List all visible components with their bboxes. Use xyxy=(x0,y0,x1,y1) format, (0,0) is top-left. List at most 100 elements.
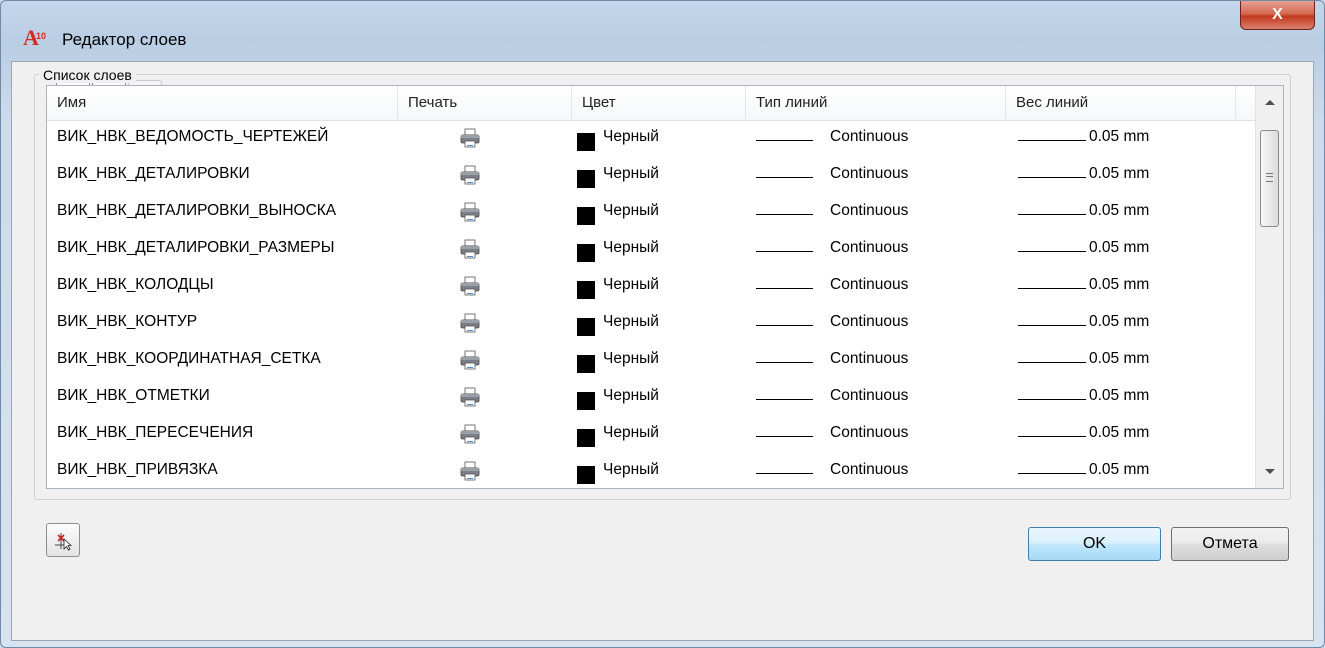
layer-linetype: Continuous xyxy=(830,276,909,293)
column-header-color[interactable]: Цвет xyxy=(572,86,746,120)
linetype-sample xyxy=(756,473,813,474)
printer-icon[interactable] xyxy=(459,127,481,154)
layer-list[interactable]: Имя Печать Цвет Тип линий Вес линий ВИК_… xyxy=(46,85,1284,489)
layer-lineweight: 0.05 mm xyxy=(1089,350,1150,367)
printer-icon[interactable] xyxy=(459,201,481,228)
layer-color: Черный xyxy=(603,461,659,478)
linetype-sample xyxy=(756,436,813,437)
column-header-name[interactable]: Имя xyxy=(47,86,398,120)
table-row[interactable]: ВИК_НВК_КООРДИНАТНАЯ_СЕТКА Черный Continuo… xyxy=(47,342,1255,379)
layer-name: ВИК_НВК_ОТМЕТКИ xyxy=(57,387,210,404)
cancel-button[interactable]: Отмета xyxy=(1171,527,1289,561)
column-header-linetype[interactable]: Тип линий xyxy=(746,86,1006,120)
layer-color: Черный xyxy=(603,424,659,441)
linetype-sample xyxy=(756,140,813,141)
lineweight-sample xyxy=(1018,399,1086,400)
lineweight-sample xyxy=(1018,140,1086,141)
layer-name: ВИК_НВК_ВЕДОМОСТЬ_ЧЕРТЕЖЕЙ xyxy=(57,128,329,145)
printer-icon[interactable] xyxy=(459,460,481,487)
printer-icon[interactable] xyxy=(459,238,481,265)
column-header-lineweight[interactable]: Вес линий xyxy=(1006,86,1236,120)
layer-linetype: Continuous xyxy=(830,128,909,145)
printer-icon[interactable] xyxy=(459,386,481,413)
printer-icon[interactable] xyxy=(459,275,481,302)
color-swatch[interactable] xyxy=(577,355,595,373)
color-swatch[interactable] xyxy=(577,133,595,151)
layer-name: ВИК_НВК_КОНТУР xyxy=(57,313,198,330)
printer-icon[interactable] xyxy=(459,312,481,339)
color-swatch[interactable] xyxy=(577,281,595,299)
scroll-thumb[interactable] xyxy=(1260,130,1279,227)
layer-color: Черный xyxy=(603,239,659,256)
linetype-sample xyxy=(756,288,813,289)
column-header-print[interactable]: Печать xyxy=(398,86,572,120)
layer-name: ВИК_НВК_КОЛОДЦЫ xyxy=(57,276,214,293)
table-row[interactable]: ВИК_НВК_ПЕРЕСЕЧЕНИЯ Черный Continuous 0.05 … xyxy=(47,416,1255,453)
app-icon: A 10 xyxy=(23,25,47,50)
table-row[interactable]: ВИК_НВК_ПРИВЯЗКА Черный Continuous 0.05 mm xyxy=(47,453,1255,488)
printer-icon[interactable] xyxy=(459,164,481,191)
table-row[interactable]: ВИК_НВК_ДЕТАЛИРОВКИ_ВЫНОСКА Черный Continu… xyxy=(47,194,1255,231)
layer-name: ВИК_НВК_ПРИВЯЗКА xyxy=(57,461,218,478)
layer-color: Черный xyxy=(603,313,659,330)
linetype-sample xyxy=(756,399,813,400)
close-icon: X xyxy=(1272,6,1283,23)
table-row[interactable]: ВИК_НВК_ДЕТАЛИРОВКИ Черный Continuous 0.05 … xyxy=(47,157,1255,194)
table-row[interactable]: ВИК_НВК_ОТМЕТКИ Черный Continuous 0.05 mm xyxy=(47,379,1255,416)
layer-color: Черный xyxy=(603,276,659,293)
layer-name: ВИК_НВК_ДЕТАЛИРОВКИ xyxy=(57,165,250,182)
color-swatch[interactable] xyxy=(577,244,595,262)
vertical-scrollbar[interactable] xyxy=(1255,86,1283,488)
layer-list-label: Список слоев xyxy=(39,67,136,83)
title-bar[interactable]: A 10 Редактор слоев X xyxy=(1,1,1324,51)
layer-linetype: Continuous xyxy=(830,461,909,478)
layer-color: Черный xyxy=(603,202,659,219)
color-swatch[interactable] xyxy=(577,392,595,410)
layer-linetype: Continuous xyxy=(830,313,909,330)
layer-name: ВИК_НВК_ПЕРЕСЕЧЕНИЯ xyxy=(57,424,254,441)
select-objects-button[interactable] xyxy=(46,523,80,557)
linetype-sample xyxy=(756,251,813,252)
printer-icon[interactable] xyxy=(459,349,481,376)
ok-button[interactable]: OK xyxy=(1028,527,1161,561)
layer-linetype: Continuous xyxy=(830,165,909,182)
table-row[interactable]: ВИК_НВК_ВЕДОМОСТЬ_ЧЕРТЕЖЕЙ Черный Continuo… xyxy=(47,120,1255,157)
layer-editor-window: A 10 Редактор слоев X Список слоев Имя П… xyxy=(0,0,1325,648)
layer-linetype: Continuous xyxy=(830,350,909,367)
lineweight-sample xyxy=(1018,177,1086,178)
layer-lineweight: 0.05 mm xyxy=(1089,202,1150,219)
layer-color: Черный xyxy=(603,128,659,145)
linetype-sample xyxy=(756,325,813,326)
table-row[interactable]: ВИК_НВК_ДЕТАЛИРОВКИ_РАЗМЕРЫ Черный Continu… xyxy=(47,231,1255,268)
layer-lineweight: 0.05 mm xyxy=(1089,276,1150,293)
layer-linetype: Continuous xyxy=(830,424,909,441)
color-swatch[interactable] xyxy=(577,429,595,447)
color-swatch[interactable] xyxy=(577,170,595,188)
color-swatch[interactable] xyxy=(577,466,595,484)
scroll-up-icon[interactable] xyxy=(1265,100,1275,105)
layer-lineweight: 0.05 mm xyxy=(1089,239,1150,256)
select-objects-icon xyxy=(55,533,73,551)
layer-lineweight: 0.05 mm xyxy=(1089,387,1150,404)
layer-lineweight: 0.05 mm xyxy=(1089,424,1150,441)
layer-lineweight: 0.05 mm xyxy=(1089,165,1150,182)
layer-color: Черный xyxy=(603,387,659,404)
linetype-sample xyxy=(756,177,813,178)
linetype-sample xyxy=(756,214,813,215)
layer-name: ВИК_НВК_КООРДИНАТНАЯ_СЕТКА xyxy=(57,350,321,367)
lineweight-sample xyxy=(1018,214,1086,215)
layer-lineweight: 0.05 mm xyxy=(1089,313,1150,330)
scroll-down-icon[interactable] xyxy=(1265,469,1275,474)
grip-icon xyxy=(1266,173,1273,182)
table-row[interactable]: ВИК_НВК_КОЛОДЦЫ Черный Continuous 0.05 mm xyxy=(47,268,1255,305)
color-swatch[interactable] xyxy=(577,207,595,225)
printer-icon[interactable] xyxy=(459,423,481,450)
layer-name: ВИК_НВК_ДЕТАЛИРОВКИ_ВЫНОСКА xyxy=(57,202,337,219)
layer-lineweight: 0.05 mm xyxy=(1089,461,1150,478)
linetype-sample xyxy=(756,362,813,363)
close-button[interactable]: X xyxy=(1240,1,1315,30)
layer-name: ВИК_НВК_ДЕТАЛИРОВКИ_РАЗМЕРЫ xyxy=(57,239,335,256)
table-row[interactable]: ВИК_НВК_КОНТУР Черный Continuous 0.05 mm xyxy=(47,305,1255,342)
layer-color: Черный xyxy=(603,350,659,367)
color-swatch[interactable] xyxy=(577,318,595,336)
